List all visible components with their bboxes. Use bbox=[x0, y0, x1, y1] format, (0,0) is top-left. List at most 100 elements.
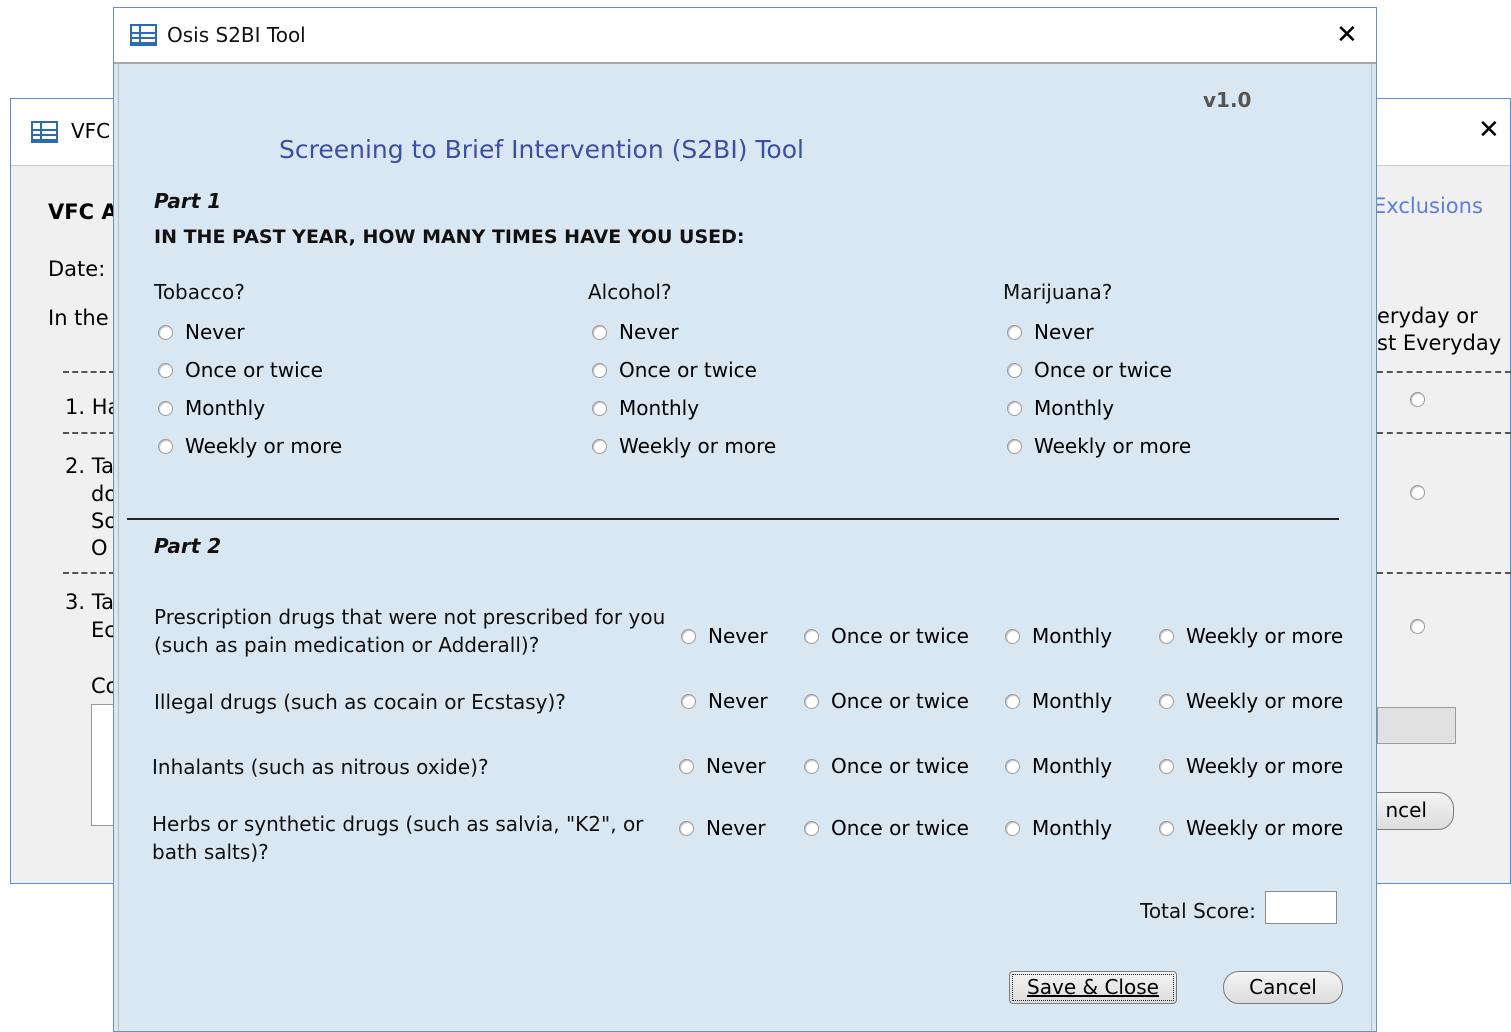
dialog-heading: Screening to Brief Intervention (S2BI) T… bbox=[279, 135, 804, 164]
question-2-line4: O bbox=[91, 536, 108, 560]
exclusions-link[interactable]: Exclusions bbox=[1373, 194, 1483, 218]
option-label: Monthly bbox=[1032, 816, 1113, 840]
tobacco-option-once-or-twice[interactable]: Once or twice bbox=[158, 358, 323, 382]
part-separator bbox=[127, 518, 1339, 520]
background-heading: VFC A bbox=[48, 200, 118, 224]
part-2-question-1-line1: Prescription drugs that were not prescri… bbox=[154, 605, 666, 629]
prescription-option-weekly-or-more[interactable]: Weekly or more bbox=[1159, 624, 1343, 648]
radio-button[interactable] bbox=[804, 820, 819, 836]
substance-label-tobacco: Tobacco? bbox=[154, 280, 245, 304]
radio-button[interactable] bbox=[1159, 758, 1174, 774]
score-field[interactable] bbox=[1377, 707, 1456, 744]
close-icon[interactable]: ✕ bbox=[1478, 117, 1500, 143]
alcohol-option-never[interactable]: Never bbox=[592, 320, 679, 344]
save-close-button[interactable]: Save & Close bbox=[1009, 971, 1177, 1004]
option-label: Weekly or more bbox=[1186, 689, 1344, 713]
illegal-drugs-option-never[interactable]: Never bbox=[681, 689, 768, 713]
radio-button[interactable] bbox=[592, 438, 607, 454]
marijuana-option-never[interactable]: Never bbox=[1007, 320, 1094, 344]
radio-button[interactable] bbox=[681, 693, 696, 709]
cancel-button[interactable]: Cancel bbox=[1223, 971, 1343, 1004]
radio-button[interactable] bbox=[681, 628, 696, 644]
window-form-icon bbox=[130, 24, 157, 46]
inhalants-option-never[interactable]: Never bbox=[679, 754, 766, 778]
option-label: Monthly bbox=[1032, 754, 1113, 778]
radio-button[interactable] bbox=[1410, 619, 1425, 634]
option-label: Monthly bbox=[185, 396, 266, 420]
save-close-label: Save & Close bbox=[1027, 975, 1159, 999]
marijuana-option-monthly[interactable]: Monthly bbox=[1007, 396, 1114, 420]
herbs-option-monthly[interactable]: Monthly bbox=[1005, 816, 1112, 840]
tobacco-option-monthly[interactable]: Monthly bbox=[158, 396, 265, 420]
illegal-drugs-option-weekly-or-more[interactable]: Weekly or more bbox=[1159, 689, 1343, 713]
radio-button[interactable] bbox=[1410, 485, 1425, 500]
close-icon[interactable]: ✕ bbox=[1336, 22, 1358, 48]
radio-button[interactable] bbox=[592, 362, 607, 378]
tobacco-option-never[interactable]: Never bbox=[158, 320, 245, 344]
radio-button[interactable] bbox=[592, 324, 607, 340]
prescription-option-once-or-twice[interactable]: Once or twice bbox=[804, 624, 969, 648]
alcohol-option-weekly-or-more[interactable]: Weekly or more bbox=[592, 434, 776, 458]
radio-button[interactable] bbox=[1007, 400, 1022, 416]
option-label: Once or twice bbox=[619, 358, 757, 382]
prescription-option-monthly[interactable]: Monthly bbox=[1005, 624, 1112, 648]
radio-button[interactable] bbox=[679, 758, 694, 774]
option-label: Never bbox=[1034, 320, 1094, 344]
option-label: Weekly or more bbox=[1186, 624, 1344, 648]
radio-button[interactable] bbox=[158, 324, 173, 340]
radio-button[interactable] bbox=[1005, 758, 1020, 774]
herbs-option-weekly-or-more[interactable]: Weekly or more bbox=[1159, 816, 1343, 840]
prescription-option-never[interactable]: Never bbox=[681, 624, 768, 648]
marijuana-option-once-or-twice[interactable]: Once or twice bbox=[1007, 358, 1172, 382]
radio-button[interactable] bbox=[1410, 392, 1425, 407]
option-label: Never bbox=[706, 816, 766, 840]
substance-label-marijuana: Marijuana? bbox=[1003, 280, 1113, 304]
alcohol-option-once-or-twice[interactable]: Once or twice bbox=[592, 358, 757, 382]
intro-text: In the bbox=[48, 306, 109, 330]
radio-button[interactable] bbox=[679, 820, 694, 836]
radio-button[interactable] bbox=[592, 400, 607, 416]
part-2-question-4-line2: bath salts)? bbox=[152, 840, 269, 864]
option-label: Once or twice bbox=[831, 816, 969, 840]
radio-button[interactable] bbox=[1159, 820, 1174, 836]
herbs-option-never[interactable]: Never bbox=[679, 816, 766, 840]
radio-button[interactable] bbox=[1005, 820, 1020, 836]
inhalants-option-monthly[interactable]: Monthly bbox=[1005, 754, 1112, 778]
radio-button[interactable] bbox=[158, 400, 173, 416]
divider bbox=[63, 572, 115, 574]
part-2-label: Part 2 bbox=[154, 534, 222, 558]
radio-button[interactable] bbox=[1159, 693, 1174, 709]
total-score-field[interactable] bbox=[1265, 891, 1337, 924]
radio-button[interactable] bbox=[1005, 628, 1020, 644]
radio-button[interactable] bbox=[804, 758, 819, 774]
tobacco-option-weekly-or-more[interactable]: Weekly or more bbox=[158, 434, 342, 458]
option-label: Monthly bbox=[619, 396, 700, 420]
part-1-question: IN THE PAST YEAR, HOW MANY TIMES HAVE YO… bbox=[154, 226, 745, 248]
illegal-drugs-option-once-or-twice[interactable]: Once or twice bbox=[804, 689, 969, 713]
s2bi-dialog: Osis S2BI Tool ✕ v1.0 Screening to Brief… bbox=[113, 7, 1377, 1032]
radio-button[interactable] bbox=[1007, 324, 1022, 340]
option-label: Never bbox=[185, 320, 245, 344]
divider bbox=[1377, 371, 1511, 373]
illegal-drugs-option-monthly[interactable]: Monthly bbox=[1005, 689, 1112, 713]
radio-button[interactable] bbox=[1159, 628, 1174, 644]
radio-button[interactable] bbox=[1005, 693, 1020, 709]
option-label: Once or twice bbox=[1034, 358, 1172, 382]
dialog-titlebar[interactable]: Osis S2BI Tool ✕ bbox=[114, 8, 1376, 64]
herbs-option-once-or-twice[interactable]: Once or twice bbox=[804, 816, 969, 840]
radio-button[interactable] bbox=[1007, 438, 1022, 454]
radio-button[interactable] bbox=[804, 628, 819, 644]
radio-button[interactable] bbox=[158, 438, 173, 454]
option-label: Never bbox=[706, 754, 766, 778]
part-2-question-1-line2: (such as pain medication or Adderall)? bbox=[154, 633, 540, 657]
alcohol-option-monthly[interactable]: Monthly bbox=[592, 396, 699, 420]
option-label: Monthly bbox=[1034, 396, 1115, 420]
inhalants-option-weekly-or-more[interactable]: Weekly or more bbox=[1159, 754, 1343, 778]
radio-button[interactable] bbox=[158, 362, 173, 378]
option-label: Weekly or more bbox=[185, 434, 343, 458]
radio-button[interactable] bbox=[804, 693, 819, 709]
part-2-question-2-line1: Illegal drugs (such as cocain or Ecstasy… bbox=[154, 690, 566, 714]
marijuana-option-weekly-or-more[interactable]: Weekly or more bbox=[1007, 434, 1191, 458]
radio-button[interactable] bbox=[1007, 362, 1022, 378]
inhalants-option-once-or-twice[interactable]: Once or twice bbox=[804, 754, 969, 778]
